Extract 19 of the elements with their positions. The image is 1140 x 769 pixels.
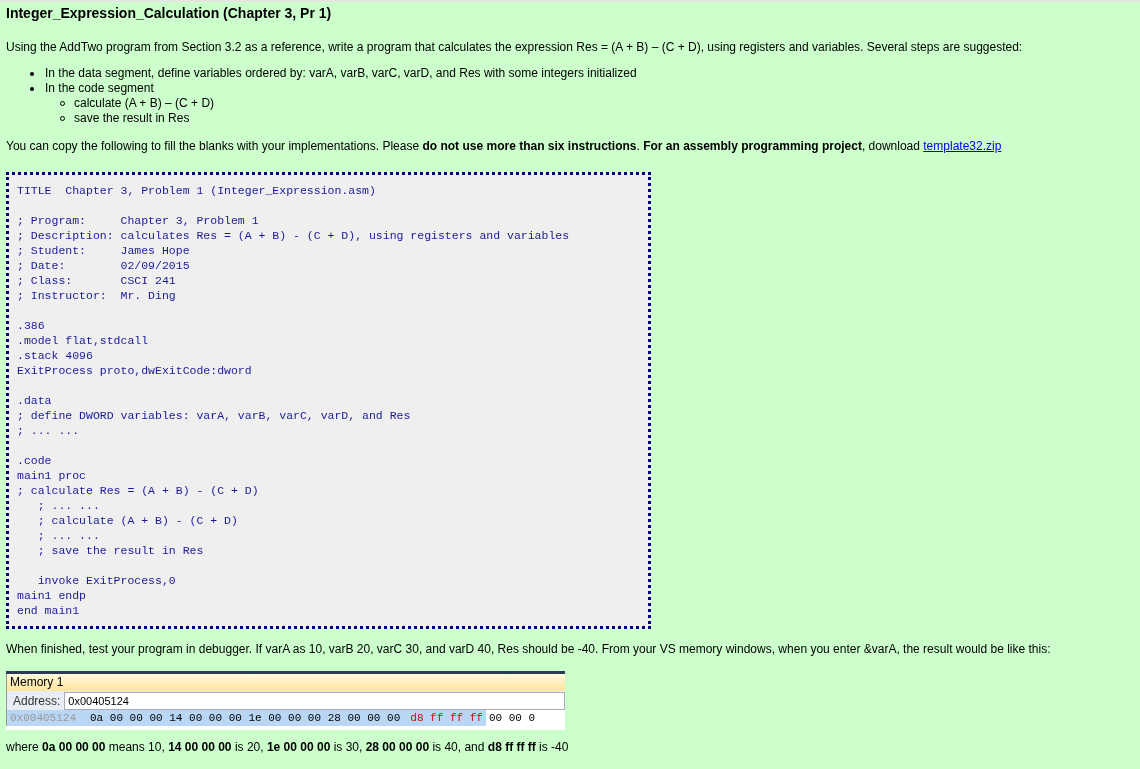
step-text: save the result in Res xyxy=(74,111,190,126)
step-text: calculate (A + B) – (C + D) xyxy=(74,96,215,111)
memory-bytes: d8 ff ff ff xyxy=(407,710,486,726)
bullet-icon xyxy=(30,87,34,91)
download-link[interactable]: template32.zip xyxy=(923,139,1002,153)
page-title: Integer_Expression_Calculation (Chapter 3, Pr 1) xyxy=(6,4,333,22)
explanation-paragraph: where 0a 00 00 00 means 10, 14 00 00 00 is 20, 1e 00 00 00 is 30, 28 00 00 00 is 40, and d8 ff ff ff is -40 xyxy=(6,740,570,755)
memory-title-bar: Memory 1 xyxy=(6,674,565,691)
intro-paragraph: Using the AddTwo program from Section 3.2 as a reference, write a program that calculates the expression Res = (A + B) – (C + D), using registers and variables. Several steps are suggested: xyxy=(6,40,1024,55)
address-label: Address: xyxy=(13,692,61,710)
memory-bytes: 0a 00 00 00 14 00 00 00 1e 00 00 00 28 00 00 00 xyxy=(90,710,408,726)
address-field[interactable]: 0x00405124 xyxy=(64,691,565,710)
step-text: In the data segment, define variables ordered by: varA, varB, varC, varD, and Res with some integers initialized xyxy=(45,66,637,81)
finished-paragraph: When finished, test your program in debugger. If varA as 10, varB 20, varC 30, and varD 40, Res should be -40. From your VS memory windows, when you enter &varA, the result would be like this: xyxy=(6,642,1052,657)
step-text: In the code segment xyxy=(45,81,154,96)
code-block: TITLE Chapter 3, Problem 1 (Integer_Expression.asm) ; Program: Chapter 3, Problem 1 ; Description: calculates Res = (A + B) - (C + D), using registers and variables ; Student: James Hope ; Date: 02/09/2015 ; Class: CSCI 241 ; Instructor: Mr. Ding .386 .model flat,stdcall .stack 4096 ExitProcess proto,dwExitCode:dword .data ; define DWORD variables: varA, varB, varC, varD, and Res ; ... ... .code main1 proc ; calculate Res = (A + B) - (C + D) ; ... ... ; calculate (A + B) - (C + D) ; ... ... ; save the result in Res invoke ExitProcess,0 main1 endp end main1 xyxy=(6,172,651,629)
memory-address: 0x00405124 xyxy=(7,710,90,726)
copy-paragraph: You can copy the following to fill the blanks with your implementations. Please do not use more than six instructions. For an assembly programming project, download template32.zip xyxy=(6,139,1003,154)
bullet-icon xyxy=(30,72,34,76)
